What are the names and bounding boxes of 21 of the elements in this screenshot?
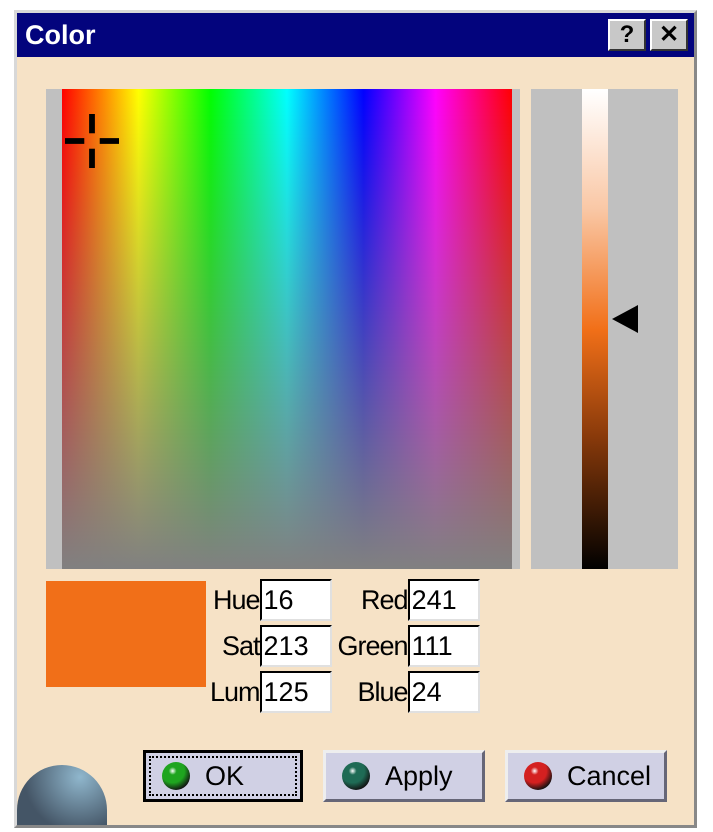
field-label: Lum: [210, 676, 260, 708]
help-button[interactable]: ?: [608, 19, 646, 51]
close-button[interactable]: ✕: [650, 19, 688, 51]
field-label: Red: [361, 584, 408, 616]
input-field[interactable]: 241: [408, 579, 480, 621]
field-label: Hue: [213, 584, 260, 616]
dialog-button[interactable]: Apply: [323, 750, 485, 802]
field-label: Green: [338, 630, 408, 662]
window-title: Color: [25, 20, 96, 50]
crosshair-icon[interactable]: [65, 114, 119, 168]
input-field[interactable]: 213: [260, 625, 332, 667]
input-field[interactable]: 125: [260, 671, 332, 713]
input-field[interactable]: 111: [408, 625, 480, 667]
slider-thumb-icon[interactable]: [612, 305, 638, 334]
luminance-track[interactable]: [582, 89, 608, 569]
field-label: Blue: [358, 676, 408, 708]
dialog-button[interactable]: OK: [143, 750, 303, 802]
field-label: Sat: [222, 630, 260, 662]
input-field[interactable]: 16: [260, 579, 332, 621]
dialog-button[interactable]: Cancel: [505, 750, 667, 802]
input-field[interactable]: 24: [408, 671, 480, 713]
